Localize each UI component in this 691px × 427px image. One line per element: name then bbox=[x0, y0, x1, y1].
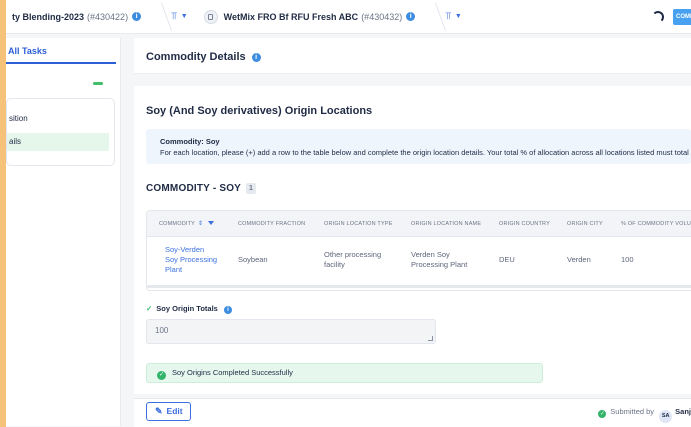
column-header-country[interactable]: ORIGIN COUNTRY bbox=[499, 211, 550, 237]
task-progress-bar bbox=[93, 82, 103, 85]
task-item-details[interactable]: ails bbox=[7, 133, 109, 151]
section-heading: Soy (And Soy derivatives) Origin Locatio… bbox=[146, 105, 373, 117]
cell-line: Soy Processing bbox=[165, 255, 218, 264]
caret-down-icon: ▼ bbox=[180, 13, 188, 20]
origin-locations-card: Soy (And Soy derivatives) Origin Locatio… bbox=[134, 86, 691, 394]
footer-bar: ✎ Edit ✓ Submitted by SA Sanj bbox=[134, 398, 691, 427]
column-header-percent[interactable]: % OF COMMODITY VOLU bbox=[621, 211, 691, 237]
breadcrumb-bar: ty Blending-2023 (#430422) i ⫪ ▼ WetMix F… bbox=[6, 0, 691, 34]
caret-down-icon: ▼ bbox=[454, 13, 462, 20]
column-header-label: COMMODITY bbox=[159, 221, 196, 227]
breadcrumb-separator bbox=[421, 0, 435, 34]
task-list: sition ails bbox=[6, 98, 115, 166]
main-content: Commodity Details i Soy (And Soy derivati… bbox=[126, 34, 691, 427]
breadcrumb-id: (#430432) bbox=[361, 11, 403, 22]
breadcrumb-item-blending[interactable]: ty Blending-2023 (#430422) i bbox=[6, 0, 147, 34]
filter-icon[interactable] bbox=[208, 221, 215, 225]
page-title-text: Commodity Details bbox=[146, 51, 246, 63]
cell-location-type: Other processing facility bbox=[324, 250, 381, 270]
breadcrumb-id: (#430422) bbox=[87, 11, 129, 22]
notice-text: For each location, please (+) add a row … bbox=[160, 148, 691, 157]
sort-icon[interactable]: ⇕ bbox=[198, 221, 203, 227]
row-count-badge: 1 bbox=[246, 183, 257, 194]
tab-all-tasks[interactable]: All Tasks bbox=[6, 46, 47, 56]
success-message: ✓ Soy Origins Completed Successfully bbox=[146, 363, 543, 383]
task-sidebar: All Tasks sition ails bbox=[6, 34, 126, 427]
checkmark-icon: ✓ bbox=[146, 304, 153, 313]
breadcrumb-item-wetmix[interactable]: WetMix FRO Bf RFU Fresh ABC (#430432) i bbox=[198, 0, 422, 34]
task-item-position[interactable]: sition bbox=[7, 113, 28, 125]
info-icon[interactable]: i bbox=[406, 12, 416, 21]
edit-button[interactable]: ✎ Edit bbox=[146, 402, 191, 421]
commodity-link[interactable]: Soy-Verden Soy Processing Plant bbox=[165, 245, 217, 275]
resize-handle-icon[interactable] bbox=[428, 336, 433, 341]
check-circle-icon: ✓ bbox=[157, 371, 166, 380]
hierarchy-icon: ⫪ bbox=[445, 11, 451, 22]
page-title: Commodity Details i bbox=[146, 51, 261, 63]
cell-line: Plant bbox=[165, 265, 183, 274]
totals-value: 100 bbox=[155, 326, 169, 335]
hierarchy-icon: ⫪ bbox=[171, 11, 177, 22]
submitter-name[interactable]: Sanj bbox=[675, 407, 691, 416]
breadcrumb-name: ty Blending-2023 bbox=[12, 11, 85, 22]
check-circle-icon: ✓ bbox=[598, 410, 607, 418]
info-icon[interactable]: i bbox=[251, 53, 261, 62]
submitted-label: Submitted by bbox=[610, 407, 655, 416]
edit-button-label: Edit bbox=[166, 406, 183, 416]
column-header-city[interactable]: ORIGIN CITY bbox=[567, 211, 603, 237]
cell-line: Verden Soy bbox=[411, 250, 450, 259]
active-tab-indicator bbox=[6, 62, 116, 64]
pencil-icon: ✎ bbox=[155, 406, 163, 416]
cell-line: Soy-Verden bbox=[165, 245, 205, 254]
page-header: Commodity Details i bbox=[134, 38, 691, 74]
table-header: COMMODITY ⇕ COMMODITY FRACTION ORIGIN LOC… bbox=[147, 211, 691, 237]
totals-field[interactable]: 100 bbox=[146, 319, 436, 344]
cell-percent: 100 bbox=[621, 255, 634, 264]
instruction-notice: Commodity: Soy For each location, please… bbox=[146, 129, 691, 164]
horizontal-scrollbar[interactable] bbox=[147, 285, 691, 288]
column-header-commodity[interactable]: COMMODITY ⇕ bbox=[159, 211, 215, 237]
cell-country: DEU bbox=[499, 255, 515, 264]
origin-locations-table: COMMODITY ⇕ COMMODITY FRACTION ORIGIN LOC… bbox=[146, 210, 691, 291]
cell-location-name: Verden Soy Processing Plant bbox=[411, 250, 467, 270]
cell-line: Processing Plant bbox=[411, 260, 468, 269]
submitted-by-info: ✓ Submitted by SA Sanj bbox=[598, 407, 691, 423]
column-header-location-name[interactable]: ORIGIN LOCATION NAME bbox=[411, 211, 481, 237]
cell-city: Verden bbox=[567, 255, 591, 264]
cell-fraction: Soybean bbox=[238, 255, 268, 264]
breadcrumb-name: WetMix FRO Bf RFU Fresh ABC bbox=[223, 11, 359, 22]
cell-line: facility bbox=[324, 260, 345, 269]
breadcrumb-separator bbox=[147, 0, 161, 34]
column-header-location-type[interactable]: ORIGIN LOCATION TYPE bbox=[324, 211, 393, 237]
task-sidebar-card: All Tasks sition ails bbox=[6, 38, 121, 426]
avatar[interactable]: SA bbox=[659, 410, 673, 423]
commodity-heading-text: COMMODITY - SOY bbox=[146, 183, 242, 194]
column-header-fraction[interactable]: COMMODITY FRACTION bbox=[238, 211, 305, 237]
totals-label: ✓ Soy Origin Totals i bbox=[146, 304, 232, 314]
success-text: Soy Origins Completed Successfully bbox=[172, 368, 293, 377]
complete-button[interactable]: COMP bbox=[673, 9, 691, 25]
commodity-heading: COMMODITY - SOY 1 bbox=[146, 183, 257, 194]
loading-spinner-icon bbox=[652, 11, 664, 23]
info-icon[interactable]: i bbox=[223, 306, 232, 314]
notice-title: Commodity: Soy bbox=[160, 137, 220, 146]
cell-line: Other processing bbox=[324, 250, 382, 259]
info-icon[interactable]: i bbox=[132, 12, 142, 21]
totals-label-text: Soy Origin Totals bbox=[156, 304, 218, 313]
document-icon bbox=[203, 9, 218, 24]
